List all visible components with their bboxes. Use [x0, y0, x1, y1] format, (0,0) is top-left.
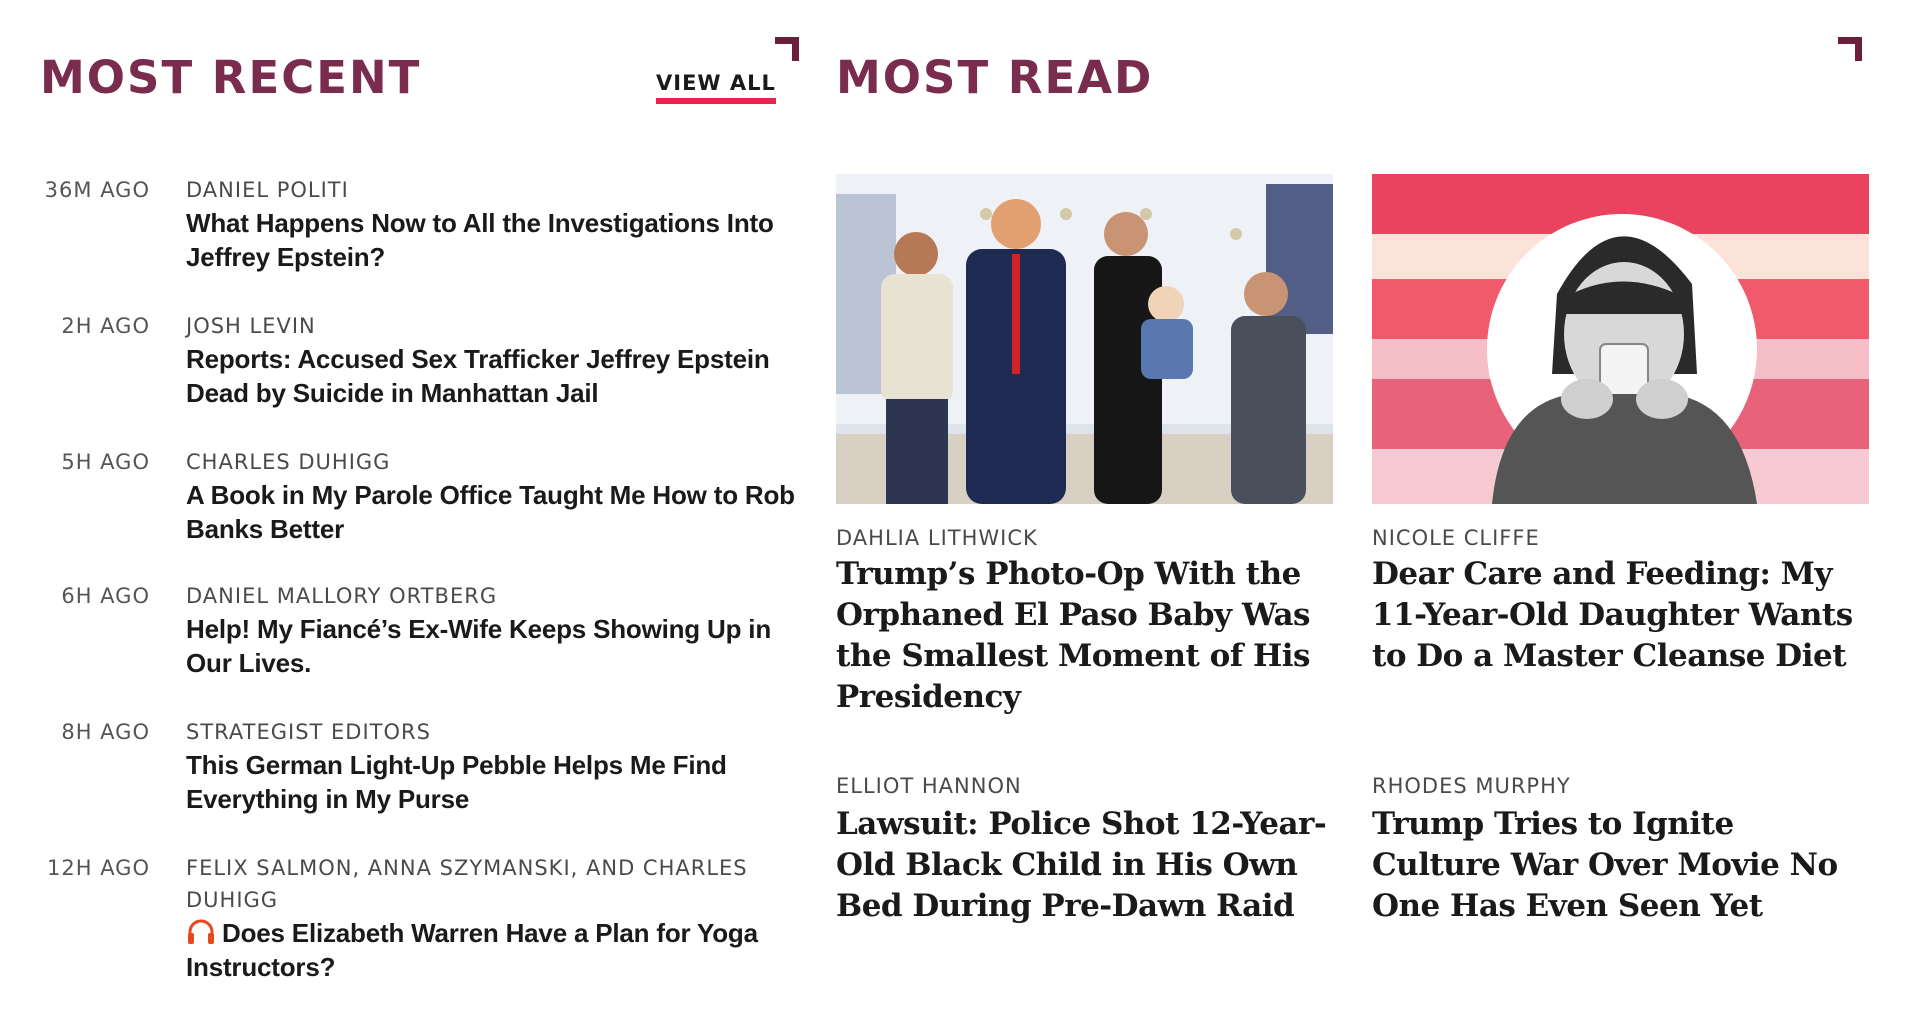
author-link[interactable]: CHARLES DUHIGG: [186, 446, 806, 478]
headline-link[interactable]: Reports: Accused Sex Trafficker Jeffrey …: [186, 342, 806, 410]
headline-link[interactable]: What Happens Now to All the Investigatio…: [186, 206, 806, 274]
article-image[interactable]: [836, 174, 1333, 504]
most-recent-title: MOST RECENT: [40, 51, 422, 104]
girl-drinking-water-illustration: [1372, 174, 1869, 504]
timestamp: 36M AGO: [44, 178, 150, 202]
most-read-title: MOST READ: [836, 51, 1154, 104]
headline-link[interactable]: Help! My Fiancé’s Ex-Wife Keeps Showing …: [186, 612, 806, 680]
group-photo: [836, 174, 1333, 504]
headline-link[interactable]: Lawsuit: Police Shot 12-Year-Old Black C…: [836, 804, 1333, 927]
headline-link[interactable]: A Book in My Parole Office Taught Me How…: [186, 478, 806, 546]
timestamp: 2H AGO: [61, 314, 150, 338]
headline-link[interactable]: Dear Care and Feeding: My 11-Year-Old Da…: [1372, 554, 1869, 677]
view-all-link[interactable]: VIEW ALL: [656, 72, 776, 105]
author-link[interactable]: STRATEGIST EDITORS: [186, 716, 806, 748]
author-link[interactable]: RHODES MURPHY: [1372, 774, 1571, 798]
timestamp: 5H AGO: [61, 450, 150, 474]
author-link[interactable]: DANIEL POLITI: [186, 174, 806, 206]
headphones-icon: [188, 919, 214, 944]
headline-link[interactable]: This German Light-Up Pebble Helps Me Fin…: [186, 748, 806, 816]
author-link[interactable]: DANIEL MALLORY ORTBERG: [186, 580, 806, 612]
author-link[interactable]: NICOLE CLIFFE: [1372, 526, 1540, 550]
corner-decoration: [1838, 37, 1862, 61]
timestamp: 12H AGO: [47, 856, 150, 880]
headline-link[interactable]: Does Elizabeth Warren Have a Plan for Yo…: [186, 916, 806, 984]
headline-link[interactable]: Trump’s Photo-Op With the Orphaned El Pa…: [836, 554, 1333, 718]
headline-text: Does Elizabeth Warren Have a Plan for Yo…: [186, 918, 758, 982]
author-link[interactable]: DAHLIA LITHWICK: [836, 526, 1038, 550]
headline-link[interactable]: Trump Tries to Ignite Culture War Over M…: [1372, 804, 1869, 927]
author-link[interactable]: FELIX SALMON, ANNA SZYMANSKI, AND CHARLE…: [186, 852, 806, 916]
article-image[interactable]: [1372, 174, 1869, 504]
author-link[interactable]: JOSH LEVIN: [186, 310, 806, 342]
corner-decoration: [775, 37, 799, 61]
timestamp: 6H AGO: [61, 584, 150, 608]
author-link[interactable]: ELLIOT HANNON: [836, 774, 1022, 798]
timestamp: 8H AGO: [61, 720, 150, 744]
